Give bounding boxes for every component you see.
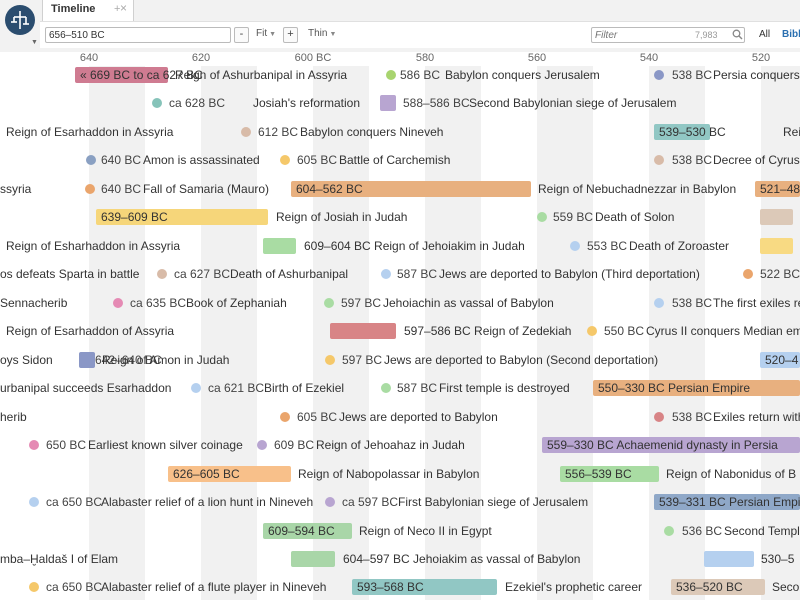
filter-result-count: 7,983: [695, 30, 718, 40]
zoom-out-button[interactable]: -: [234, 27, 249, 43]
decade-band: [761, 66, 800, 600]
event-marker-dot: [280, 412, 290, 422]
decade-band: [313, 66, 369, 600]
chevron-down-icon: ▼: [269, 31, 277, 38]
chevron-down-icon: ▼: [329, 31, 337, 38]
event-title[interactable]: herib: [0, 410, 27, 424]
event-title[interactable]: oys Sidon: [0, 353, 53, 367]
fit-label: Fit: [256, 28, 268, 39]
event-marker-dot: [29, 582, 39, 592]
close-icon[interactable]: ×: [120, 1, 127, 15]
all-filter-link[interactable]: All: [759, 29, 770, 40]
search-icon[interactable]: [732, 29, 743, 43]
event-marker-dot: [381, 383, 391, 393]
time-scale: 640 620 600 BC 580 560 540 520: [0, 52, 800, 66]
add-tab-button[interactable]: +: [114, 3, 120, 15]
event-date: 553 BC: [587, 239, 628, 253]
decade-band: [649, 66, 705, 600]
scale-tick: 620: [191, 52, 211, 64]
event-date: 550 BC: [604, 324, 645, 338]
decade-band: [201, 66, 257, 600]
event-marker-square: [380, 95, 396, 111]
event-marker-dot: [157, 269, 167, 279]
chevron-down-icon[interactable]: ▼: [31, 39, 38, 46]
scale-tick: 540: [639, 52, 659, 64]
event-marker-dot: [743, 269, 753, 279]
decade-band: [89, 66, 145, 600]
event-marker-dot: [191, 383, 201, 393]
scale-tick: 580: [415, 52, 435, 64]
event-marker-dot: [152, 98, 162, 108]
timeline-logo-icon[interactable]: [5, 5, 35, 35]
event-marker-dot: [381, 269, 391, 279]
event-marker-dot: [386, 70, 396, 80]
scale-tick: 560: [527, 52, 547, 64]
bible-filter-link[interactable]: Bible: [782, 29, 800, 40]
event-date: 650 BC: [46, 438, 87, 452]
event-date: 609 BC: [274, 438, 315, 452]
event-marker-dot: [29, 497, 39, 507]
toolbar: - Fit▼ + Thin▼ 7,983 All Bible: [40, 21, 800, 48]
decade-band: [425, 66, 481, 600]
event-bar[interactable]: [263, 238, 296, 254]
scale-tick: 600 BC: [294, 52, 332, 64]
scale-tick: 520: [751, 52, 771, 64]
event-marker-dot: [280, 155, 290, 165]
fit-dropdown[interactable]: Fit ▼: [256, 28, 276, 39]
filter-input[interactable]: [591, 27, 745, 43]
event-marker-dot: [257, 440, 267, 450]
tab-timeline-label: Timeline: [51, 3, 96, 15]
event-bar[interactable]: [704, 551, 754, 567]
event-title[interactable]: urbanipal succeeds Esarhaddon: [0, 381, 171, 395]
event-marker-dot: [29, 440, 39, 450]
thickness-dropdown[interactable]: Thin ▼: [308, 28, 336, 39]
event-date: 612 BC: [258, 125, 299, 139]
scale-tick: 640: [79, 52, 99, 64]
thickness-label: Thin: [308, 28, 328, 39]
event-title[interactable]: Sennacherib: [0, 296, 67, 310]
zoom-in-button[interactable]: +: [283, 27, 298, 43]
date-range-input[interactable]: [45, 27, 231, 43]
event-title[interactable]: ssyria: [0, 182, 31, 196]
decade-band: [537, 66, 593, 600]
